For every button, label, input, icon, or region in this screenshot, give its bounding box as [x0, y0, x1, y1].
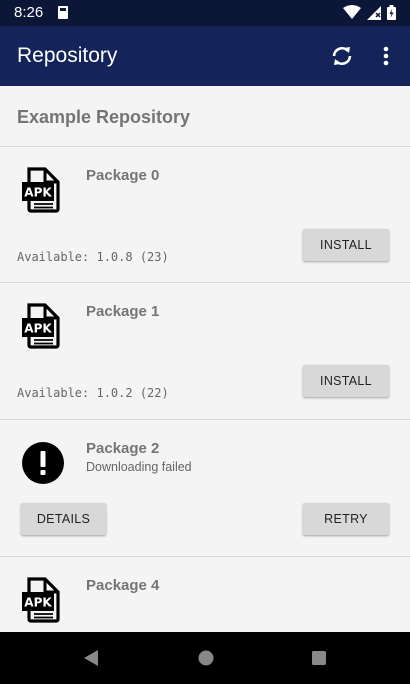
- refresh-icon[interactable]: [329, 43, 355, 69]
- recents-icon[interactable]: [310, 648, 328, 668]
- more-vert-icon[interactable]: [378, 43, 394, 69]
- package-name: Package 0: [86, 167, 160, 184]
- wifi-icon: [343, 5, 361, 19]
- cell-signal-icon: [367, 5, 381, 20]
- svg-text:APK: APK: [24, 596, 52, 610]
- install-button[interactable]: INSTALL: [303, 229, 389, 261]
- apk-file-icon: APK: [22, 303, 60, 349]
- package-item: Package 2 Downloading failed DETAILS RET…: [0, 420, 410, 557]
- package-version: Available: 1.0.2 (22): [17, 386, 169, 400]
- svg-text:APK: APK: [24, 322, 52, 336]
- package-version: Available: 1.0.8 (23): [17, 250, 169, 264]
- status-bar: 8:26: [0, 0, 410, 26]
- app-bar: Repository: [0, 26, 410, 86]
- repository-header: Example Repository: [0, 86, 410, 147]
- retry-button[interactable]: RETRY: [303, 503, 389, 535]
- apk-file-icon: APK: [22, 167, 60, 213]
- app-bar-title: Repository: [17, 44, 118, 67]
- sd-card-icon: [58, 6, 68, 19]
- error-icon: [22, 442, 64, 484]
- battery-charging-icon: [387, 5, 396, 20]
- package-status: Downloading failed: [86, 460, 192, 474]
- package-name: Package 2: [86, 440, 160, 457]
- repository-title: Example Repository: [17, 107, 191, 127]
- apk-file-icon: APK: [22, 577, 60, 623]
- package-name: Package 1: [86, 303, 160, 320]
- package-item: APK Package 1 Available: 1.0.2 (22) INST…: [0, 283, 410, 420]
- status-time: 8:26: [14, 4, 44, 21]
- navigation-bar: [0, 632, 410, 684]
- home-icon[interactable]: [197, 648, 215, 668]
- svg-text:APK: APK: [24, 186, 52, 200]
- install-button[interactable]: INSTALL: [303, 365, 389, 397]
- details-button[interactable]: DETAILS: [21, 503, 106, 535]
- status-icons: [343, 5, 396, 20]
- package-name: Package 4: [86, 577, 160, 594]
- package-item: APK Package 4: [0, 557, 410, 632]
- package-item: APK Package 0 Available: 1.0.8 (23) INST…: [0, 147, 410, 283]
- back-icon[interactable]: [82, 648, 100, 668]
